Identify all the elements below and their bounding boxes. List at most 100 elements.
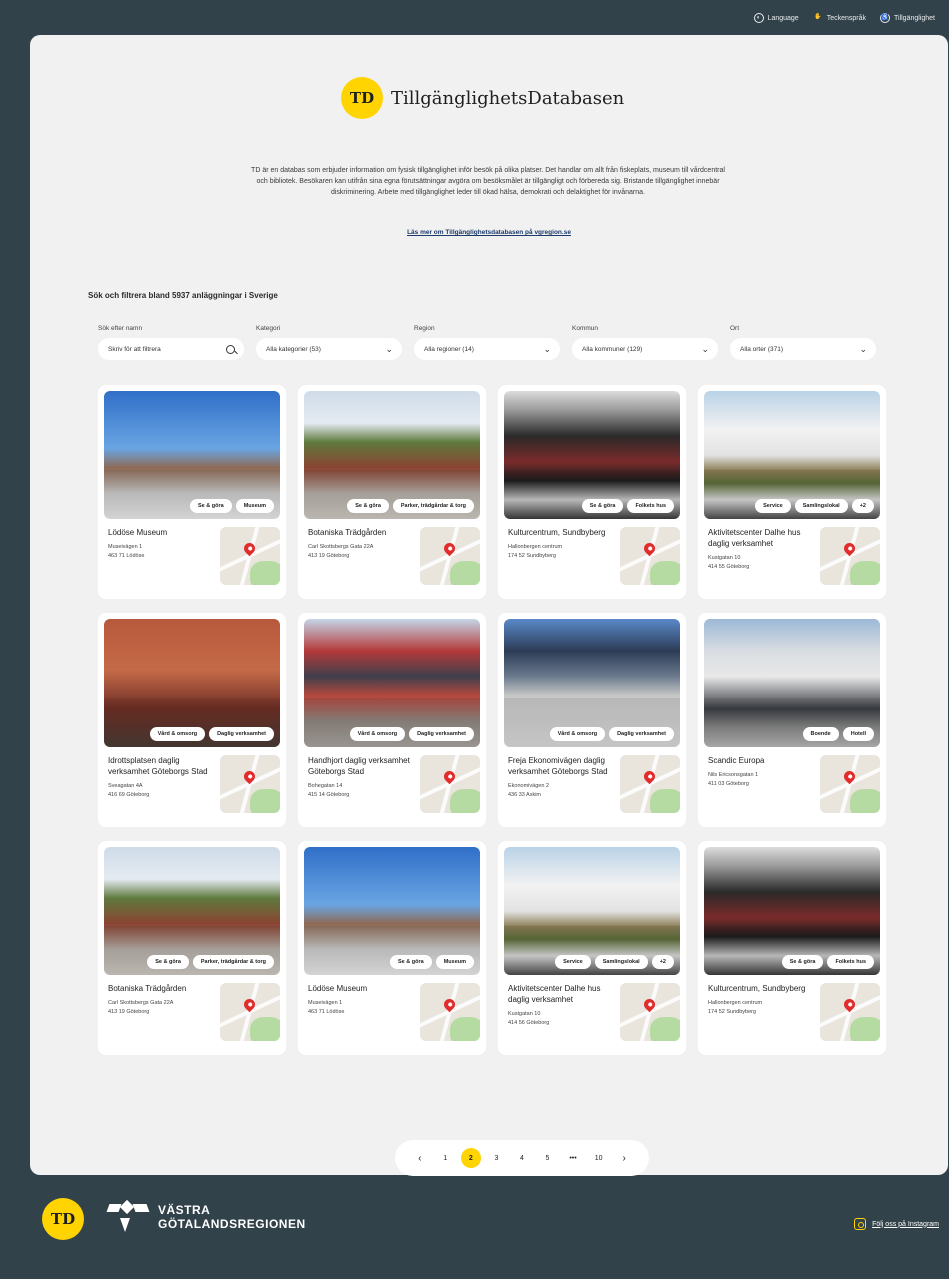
facility-title[interactable]: Aktivitetscenter Dalhe hus daglig verksa… [704,527,814,549]
sign-language-link[interactable]: ✋ Teckenspråk [813,13,866,23]
footer-td-logo[interactable]: TD [42,1198,84,1240]
facility-title[interactable]: Idrottsplatsen daglig verksamhet Götebor… [104,755,214,777]
tag-list: Se & göra Folkets hus [581,499,674,513]
facility-card[interactable]: Vård & omsorg Daglig verksamhet Idrottspl… [98,613,286,827]
map-thumbnail[interactable] [820,755,880,813]
vgr-line1: VÄSTRA [158,1203,211,1217]
facility-title[interactable]: Aktivitetscenter Dalhe hus daglig verksa… [504,983,614,1005]
facility-address-line1: Hallonbergen centrum [508,544,563,550]
facility-card[interactable]: Boende Hotell Scandic Europa Nils Ericson… [698,613,886,827]
facility-photo: Se & göra Museum [304,847,480,975]
brand[interactable]: TD TillgänglighetsDatabasen [341,77,624,119]
category-tag[interactable]: Folkets hus [627,499,674,513]
facility-title[interactable]: Botaniska Trädgården [104,983,214,994]
category-tag[interactable]: Se & göra [781,955,824,969]
category-tag[interactable]: Boende [802,727,839,741]
map-thumbnail[interactable] [220,527,280,585]
tag-list: Service Samlingslokal +2 [555,955,674,969]
filter-label: Sök efter namn [98,325,143,332]
category-tag[interactable]: Museum [435,955,474,969]
category-tag[interactable]: Se & göra [190,499,232,513]
map-thumbnail[interactable] [620,983,680,1041]
facility-title[interactable]: Lödöse Museum [304,983,414,994]
category-tag[interactable]: Service [555,955,591,969]
map-thumbnail[interactable] [620,527,680,585]
map-thumbnail[interactable] [620,755,680,813]
facility-title[interactable]: Kulturcentrum, Sundbyberg [504,527,614,538]
category-tag[interactable]: Vård & omsorg [349,727,406,741]
page-button[interactable]: 10 [589,1148,609,1168]
search-input[interactable]: Skriv för att filtrera [98,338,244,360]
category-tag[interactable]: Se & göra [147,955,189,969]
category-tag[interactable]: Parker, trädgårdar & torg [392,499,474,513]
category-tag[interactable]: Museum [235,499,274,513]
municipality-select[interactable]: Alla kommuner (129) ⌄ [572,338,718,360]
map-thumbnail[interactable] [820,983,880,1041]
facility-address-line2: 436 33 Askim [508,792,542,798]
facility-address-line1: Bohegatan 14 [308,783,343,789]
facility-title[interactable]: Botaniska Trädgården [304,527,414,538]
category-tag[interactable]: Vård & omsorg [149,727,206,741]
town-select[interactable]: Alla orter (371) ⌄ [730,338,876,360]
read-more-link[interactable]: Läs mer om Tillgänglighetsdatabasen på v… [30,229,948,236]
category-tag[interactable]: Se & göra [347,499,389,513]
facility-card[interactable]: Se & göra Museum Lödöse Museum Museivägen… [298,841,486,1055]
facility-photo: Boende Hotell [704,619,880,747]
page-button-current[interactable]: 2 [460,1148,481,1168]
map-thumbnail[interactable] [220,755,280,813]
next-page-button[interactable]: › [614,1148,634,1168]
page-button[interactable]: 1 [435,1148,455,1168]
facility-address-line2: 174 52 Sundbyberg [708,1009,757,1015]
facility-title[interactable]: Lödöse Museum [104,527,214,538]
facility-card[interactable]: Vård & omsorg Daglig verksamhet Handhjort… [298,613,486,827]
facility-card[interactable]: Service Samlingslokal +2 Aktivitetscenter … [498,841,686,1055]
region-select[interactable]: Alla regioner (14) ⌄ [414,338,560,360]
tag-list: Se & göra Parker, trädgårdar & torg [147,955,274,969]
facility-title[interactable]: Handhjort daglig verksamhet Göteborgs St… [304,755,414,777]
category-tag[interactable]: Daglig verksamhet [209,727,274,741]
facility-card[interactable]: Service Samlingslokal +2 Aktivitetscenter … [698,385,886,599]
category-select[interactable]: Alla kategorier (53) ⌄ [256,338,402,360]
vgr-logo[interactable]: VÄSTRA GÖTALANDSREGIONEN [106,1199,306,1234]
page-button[interactable]: 4 [512,1148,532,1168]
top-bar: ◐ Language ✋ Teckenspråk ♿ Tillgänglighet [0,0,949,36]
map-thumbnail[interactable] [420,983,480,1041]
map-thumbnail[interactable] [420,527,480,585]
category-tag[interactable]: +2 [651,955,674,969]
language-link[interactable]: ◐ Language [753,13,799,23]
search-placeholder: Skriv för att filtrera [108,345,161,353]
facility-card[interactable]: Se & göra Museum Lödöse Museum Museivägen… [98,385,286,599]
page-button[interactable]: 5 [538,1148,558,1168]
page-button[interactable]: 3 [486,1148,506,1168]
facility-address-line2: 415 14 Göteborg [308,792,350,798]
facility-card[interactable]: Se & göra Parker, trädgårdar & torg Botan… [298,385,486,599]
category-tag[interactable]: Daglig verksamhet [409,727,474,741]
prev-page-button[interactable]: ‹ [410,1148,430,1168]
facility-card[interactable]: Se & göra Parker, trädgårdar & torg Botan… [98,841,286,1055]
category-tag[interactable]: Se & göra [390,955,432,969]
facility-card[interactable]: Se & göra Folkets hus Kulturcentrum, Sund… [498,385,686,599]
category-tag[interactable]: Parker, trädgårdar & torg [192,955,274,969]
category-tag[interactable]: Service [755,499,791,513]
map-thumbnail[interactable] [820,527,880,585]
category-tag[interactable]: +2 [851,499,874,513]
facility-address-line2: 463 71 Lödöse [308,1009,345,1015]
instagram-link[interactable]: Följ oss på Instagram [854,1218,939,1230]
category-tag[interactable]: Folkets hus [827,955,874,969]
category-tag[interactable]: Vård & omsorg [549,727,606,741]
facility-title[interactable]: Scandic Europa [704,755,814,766]
facility-card[interactable]: Vård & omsorg Daglig verksamhet Freja Eko… [498,613,686,827]
facility-title[interactable]: Freja Ekonomivägen daglig verksamhet Göt… [504,755,614,777]
category-tag[interactable]: Samlingslokal [594,955,648,969]
map-thumbnail[interactable] [420,755,480,813]
category-tag[interactable]: Samlingslokal [794,499,848,513]
map-thumbnail[interactable] [220,983,280,1041]
facility-title[interactable]: Kulturcentrum, Sundbyberg [704,983,814,994]
category-tag[interactable]: Se & göra [581,499,624,513]
category-tag[interactable]: Daglig verksamhet [609,727,674,741]
facility-address-line1: Hallonbergen centrum [708,1000,763,1006]
facility-card[interactable]: Se & göra Folkets hus Kulturcentrum, Sund… [698,841,886,1055]
accessibility-link[interactable]: ♿ Tillgänglighet [880,13,935,23]
category-tag[interactable]: Hotell [842,727,874,741]
search-icon[interactable] [226,344,235,354]
